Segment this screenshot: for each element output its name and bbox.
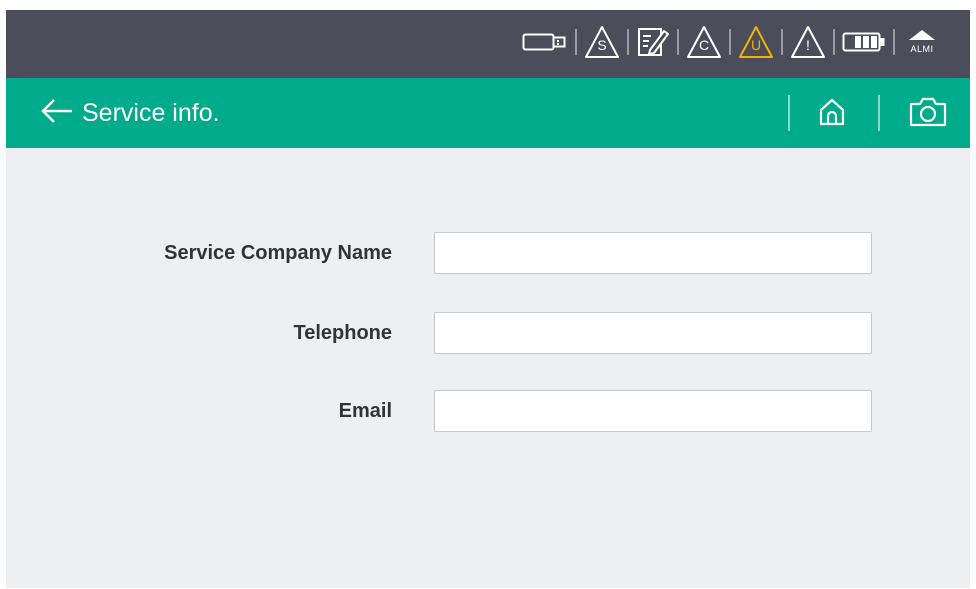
- status-separator: [781, 29, 783, 55]
- alarm-label: ALMI: [910, 44, 934, 54]
- general-warning-icon: !: [790, 24, 826, 60]
- alarm-icon: ALMI: [902, 30, 942, 54]
- status-separator: [893, 29, 895, 55]
- u-warning-letter: U: [750, 37, 762, 53]
- status-separator: [833, 29, 835, 55]
- email-label: Email: [338, 400, 392, 422]
- company-label: Service Company Name: [164, 242, 392, 264]
- email-input[interactable]: [434, 390, 872, 432]
- telephone-input[interactable]: [434, 312, 872, 354]
- status-bar: S C U ! ALMI: [6, 10, 970, 78]
- service-warning-letter: S: [597, 37, 607, 53]
- title-bar-separator: [788, 95, 790, 131]
- email-row: Email: [6, 390, 970, 432]
- status-separator: [627, 29, 629, 55]
- usb-drive-icon: [522, 22, 568, 62]
- c-warning-icon: C: [686, 24, 722, 60]
- back-button[interactable]: Service info.: [40, 94, 220, 132]
- arrow-left-icon: [40, 98, 74, 129]
- company-input[interactable]: [434, 232, 872, 274]
- telephone-row: Telephone: [6, 312, 970, 354]
- status-icons: S C U ! ALMI: [522, 22, 942, 62]
- battery-icon: [842, 22, 886, 62]
- camera-button[interactable]: [904, 94, 952, 134]
- status-separator: [677, 29, 679, 55]
- service-warning-icon: S: [584, 24, 620, 60]
- title-bar: Service info.: [6, 78, 970, 148]
- c-warning-letter: C: [698, 37, 710, 53]
- camera-icon: [908, 96, 948, 133]
- screen: S C U ! ALMI Service info. Service Compa…: [6, 10, 970, 588]
- home-icon: [817, 97, 847, 132]
- telephone-label: Telephone: [293, 322, 392, 344]
- page-title: Service info.: [82, 98, 220, 127]
- home-button[interactable]: [812, 94, 852, 134]
- company-row: Service Company Name: [6, 232, 970, 274]
- title-bar-separator: [878, 95, 880, 131]
- status-separator: [575, 29, 577, 55]
- edit-note-icon: [636, 22, 670, 62]
- u-warning-icon: U: [738, 24, 774, 60]
- general-warning-letter: !: [806, 37, 810, 53]
- status-separator: [729, 29, 731, 55]
